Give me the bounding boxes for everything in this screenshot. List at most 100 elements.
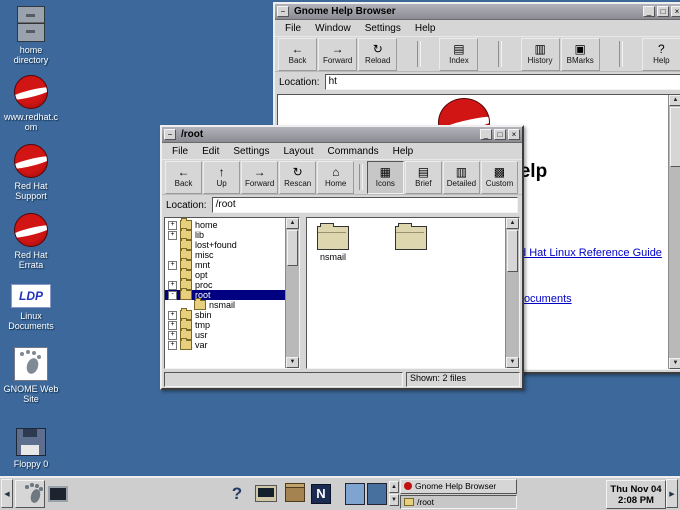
desktop-icon[interactable]: home directory bbox=[3, 6, 59, 65]
tree-row[interactable]: + var bbox=[165, 340, 286, 350]
scroll-down-icon[interactable]: ▼ bbox=[286, 357, 299, 368]
help-titlebar[interactable]: − Gnome Help Browser _ □ × bbox=[275, 4, 680, 20]
desktop-icon[interactable]: Floppy 0 bbox=[3, 428, 59, 469]
close-button[interactable]: × bbox=[508, 129, 520, 140]
desktop-icon[interactable]: LDP Linux Documents bbox=[3, 284, 59, 331]
control-center-launcher[interactable] bbox=[284, 480, 306, 507]
menu-item[interactable]: Help bbox=[386, 145, 421, 158]
toolbar-button[interactable]: ▤ Brief bbox=[405, 161, 442, 194]
task-button[interactable]: /root bbox=[400, 495, 517, 510]
toolbar-button-icon: ← bbox=[292, 43, 304, 56]
files-scrollbar[interactable]: ▲ ▼ bbox=[505, 218, 519, 368]
scrollbar-track[interactable] bbox=[286, 267, 299, 357]
menu-item[interactable]: Edit bbox=[195, 145, 226, 158]
clock-date: Thu Nov 04 bbox=[610, 484, 661, 495]
scroll-down-icon[interactable]: ▼ bbox=[506, 357, 519, 368]
toolbar-button[interactable]: ▩ Custom bbox=[481, 161, 518, 194]
menu-item[interactable]: File bbox=[278, 22, 308, 35]
menu-item[interactable]: Commands bbox=[321, 145, 386, 158]
window-menu-button[interactable]: − bbox=[277, 6, 289, 17]
scrollbar-thumb[interactable] bbox=[287, 230, 298, 266]
desktop-icon[interactable]: GNOME Web Site bbox=[3, 347, 59, 404]
tree-expander-icon[interactable]: + bbox=[168, 341, 177, 350]
minimize-button[interactable]: _ bbox=[643, 6, 655, 17]
tree-row[interactable]: - root bbox=[165, 290, 289, 300]
toolbar-button[interactable]: ? Help bbox=[642, 38, 680, 71]
terminal-launcher[interactable] bbox=[254, 480, 278, 507]
menu-item[interactable]: Window bbox=[308, 22, 358, 35]
toolbar-button[interactable]: ▦ Icons bbox=[367, 161, 404, 194]
scroll-down-icon[interactable]: ▼ bbox=[669, 358, 680, 369]
scroll-up-icon[interactable]: ▲ bbox=[669, 95, 680, 106]
toolbar-button[interactable]: ▥ History bbox=[521, 38, 560, 71]
reference-guide-link[interactable]: Red Hat Linux Reference Guide bbox=[506, 247, 662, 259]
toolbar-button[interactable]: ← Back bbox=[165, 161, 202, 194]
pager-desktop-1[interactable] bbox=[345, 483, 365, 505]
console-applet[interactable] bbox=[48, 480, 68, 507]
documents-link[interactable]: Documents bbox=[516, 293, 572, 305]
toolbar-button[interactable]: ▥ Detailed bbox=[443, 161, 480, 194]
toolbar-button[interactable]: ↑ Up bbox=[203, 161, 240, 194]
menu-item[interactable]: Settings bbox=[226, 145, 276, 158]
minimize-button[interactable]: _ bbox=[480, 129, 492, 140]
desktop-icon[interactable]: www.redhat.com bbox=[3, 75, 59, 132]
toolbar-button[interactable]: → Forward bbox=[318, 38, 357, 71]
scroll-up-icon[interactable]: ▲ bbox=[506, 218, 519, 229]
menu-item[interactable]: Help bbox=[408, 22, 443, 35]
tree-expander-icon[interactable]: - bbox=[168, 291, 177, 300]
scrollbar-track[interactable] bbox=[506, 273, 519, 357]
location-input[interactable]: ht bbox=[325, 74, 680, 90]
clock-applet[interactable]: Thu Nov 04 2:08 PM bbox=[606, 480, 666, 509]
toolbar-button[interactable]: ▤ Index bbox=[439, 38, 478, 71]
fm-titlebar[interactable]: − /root _ □ × bbox=[162, 127, 522, 143]
task-button[interactable]: Gnome Help Browser bbox=[400, 479, 517, 494]
toolbar-button[interactable]: ← Back bbox=[278, 38, 317, 71]
panel-hide-right-arrow-icon[interactable]: ▶ bbox=[666, 479, 678, 508]
scrollbar-thumb[interactable] bbox=[670, 107, 680, 167]
help-launcher[interactable]: ? bbox=[226, 480, 248, 507]
scroll-up-icon[interactable]: ▲ bbox=[286, 218, 299, 229]
close-button[interactable]: × bbox=[671, 6, 680, 17]
toolbar-button[interactable] bbox=[357, 162, 365, 193]
netscape-launcher[interactable]: N bbox=[310, 480, 332, 507]
file-icon[interactable] bbox=[385, 226, 437, 262]
tree-expander-icon[interactable]: + bbox=[168, 221, 177, 230]
tree-expander-icon[interactable]: + bbox=[168, 231, 177, 240]
desktop-icon[interactable]: Red Hat Support bbox=[3, 144, 59, 201]
tree-scrollbar[interactable]: ▲ ▼ bbox=[285, 218, 299, 368]
toolbar-button[interactable]: ▣ BMarks bbox=[561, 38, 600, 71]
menu-item[interactable]: File bbox=[165, 145, 195, 158]
pager-desktop-2[interactable] bbox=[367, 483, 387, 505]
scrollbar-thumb[interactable] bbox=[507, 230, 518, 272]
scroll-up-icon[interactable]: ▲ bbox=[389, 481, 399, 493]
toolbar-button[interactable] bbox=[603, 39, 640, 70]
toolbar-button[interactable] bbox=[400, 39, 437, 70]
menu-item[interactable]: Settings bbox=[358, 22, 408, 35]
scroll-down-icon[interactable]: ▼ bbox=[389, 494, 399, 506]
tree-expander-icon[interactable]: + bbox=[168, 331, 177, 340]
tree-expander-icon[interactable]: + bbox=[168, 311, 177, 320]
help-scrollbar[interactable]: ▲ ▼ bbox=[668, 95, 680, 369]
main-menu-button[interactable] bbox=[15, 480, 45, 508]
toolbar-button[interactable] bbox=[481, 39, 518, 70]
toolbar-button[interactable]: ⌂ Home bbox=[317, 161, 354, 194]
tree-label: nsmail bbox=[209, 300, 235, 310]
tree-expander-icon[interactable]: + bbox=[168, 261, 177, 270]
panel-hide-left-arrow-icon[interactable]: ◀ bbox=[1, 479, 13, 508]
desk-guide-pager[interactable] bbox=[345, 480, 387, 507]
scrollbar-track[interactable] bbox=[669, 168, 680, 358]
maximize-button[interactable]: □ bbox=[494, 129, 506, 140]
location-input[interactable]: /root bbox=[212, 197, 518, 213]
desktop-icon[interactable]: Red Hat Errata bbox=[3, 213, 59, 270]
toolbar-button[interactable]: → Forward bbox=[241, 161, 278, 194]
tree-expander-icon[interactable]: + bbox=[168, 281, 177, 290]
file-icon[interactable]: nsmail bbox=[307, 226, 359, 262]
tree-expander-icon[interactable]: + bbox=[168, 321, 177, 330]
maximize-button[interactable]: □ bbox=[657, 6, 669, 17]
menu-item[interactable]: Layout bbox=[277, 145, 321, 158]
toolbar-button[interactable]: ↻ Rescan bbox=[279, 161, 316, 194]
file-manager-window[interactable]: − /root _ □ × File Edit Settings Layout … bbox=[160, 125, 524, 390]
toolbar-button[interactable]: ↻ Reload bbox=[358, 38, 397, 71]
desktop-icon-image: LDP bbox=[11, 284, 51, 308]
window-menu-button[interactable]: − bbox=[164, 129, 176, 140]
